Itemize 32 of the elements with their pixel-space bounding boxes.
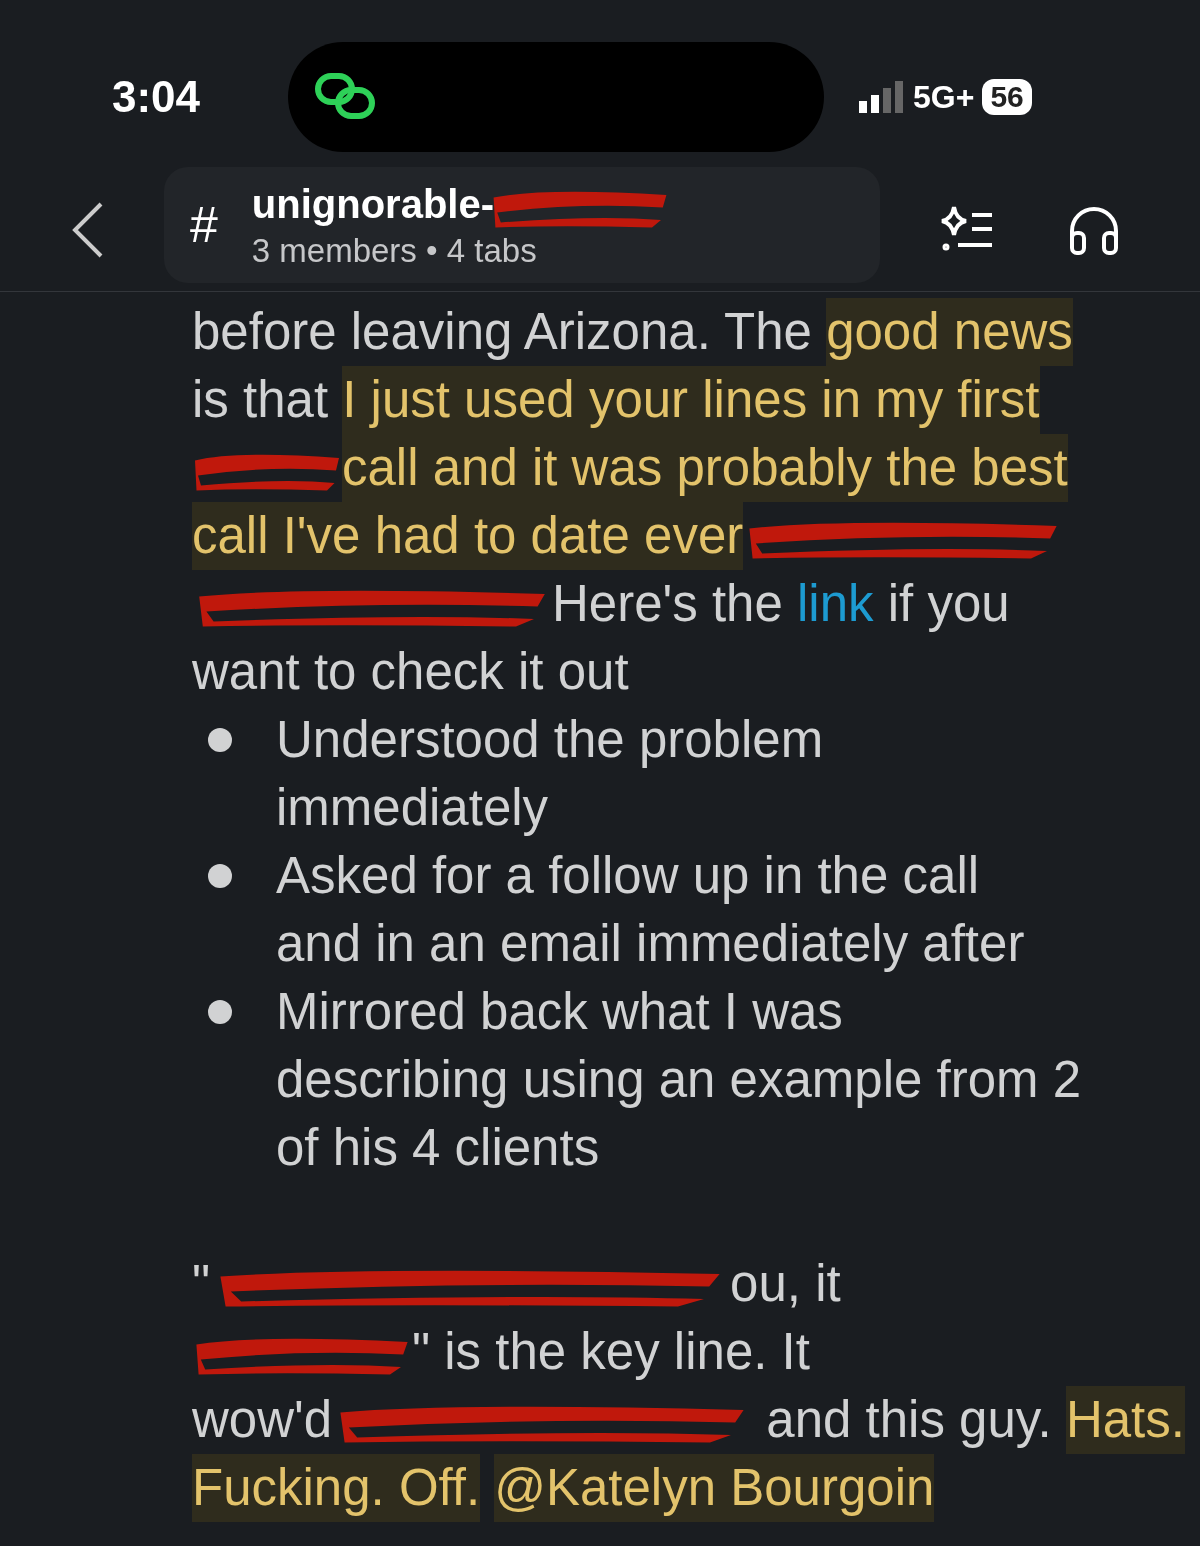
channel-hash: # xyxy=(190,195,218,254)
bullet-dot xyxy=(208,864,232,888)
message-text: call I've had to date ever xyxy=(192,502,744,570)
message-text: I just used your lines in my first xyxy=(342,366,1040,434)
message-text: wow'd xyxy=(192,1390,333,1450)
bullet-text: Mirrored back what I was describing using an example from 2 of his 4 clients xyxy=(276,982,1082,1178)
network-label: 5G+ xyxy=(913,78,975,116)
message-text: is that xyxy=(192,370,330,430)
message-text: before leaving Arizona. The xyxy=(192,302,813,362)
link-rings-icon xyxy=(314,72,378,122)
message-text: " is the key line. It xyxy=(412,1322,810,1382)
message-text: ou, it xyxy=(730,1254,841,1314)
message-text: Hats. xyxy=(1065,1386,1185,1454)
user-mention[interactable]: @Katelyn Bourgoin xyxy=(494,1454,935,1522)
message-text: call and it was probably the best xyxy=(342,434,1068,502)
clock-time: 3:04 xyxy=(110,72,200,122)
message-text: if you xyxy=(886,574,1010,634)
message-text: " xyxy=(192,1254,211,1314)
message-text: want to check it out xyxy=(192,642,629,702)
channel-meta: 3 members • 4 tabs xyxy=(251,231,538,270)
bullet-dot xyxy=(208,728,232,752)
message-text: Here's the xyxy=(552,574,784,634)
bullet-text: Understood the problem immediately xyxy=(276,710,824,838)
battery-level: 56 xyxy=(982,79,1032,115)
message-text: Fucking. Off. xyxy=(192,1454,481,1522)
message-link[interactable]: link xyxy=(797,570,874,638)
bullet-text: Asked for a follow up in the call and in an email immediately after xyxy=(276,846,1025,974)
message-text: good news xyxy=(826,298,1073,366)
bullet-dot xyxy=(208,1000,232,1024)
signal-icon xyxy=(859,81,905,113)
message-text: and this guy. xyxy=(765,1390,1053,1450)
channel-name: unignorable- xyxy=(251,182,495,227)
